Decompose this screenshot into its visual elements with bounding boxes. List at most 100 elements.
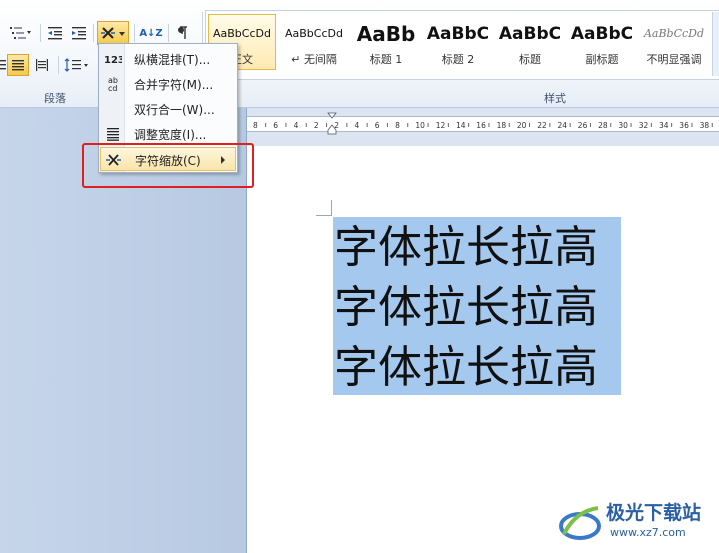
vertical-horizontal-icon: 123 bbox=[104, 50, 122, 68]
separator bbox=[40, 24, 41, 42]
ruler-tick-label: 34 bbox=[659, 121, 669, 130]
distributed-align-icon bbox=[36, 59, 48, 71]
ruler-tick-mark bbox=[346, 123, 348, 127]
ruler-tick-mark bbox=[711, 123, 713, 127]
separator bbox=[93, 24, 94, 42]
style-name: 标题 1 bbox=[369, 53, 403, 66]
style-sample: AaBbCcDd bbox=[285, 27, 343, 40]
show-hide-marks-button[interactable] bbox=[172, 22, 194, 44]
ruler-tick-mark bbox=[488, 123, 490, 127]
ruler-tick-label: 22 bbox=[537, 121, 547, 130]
ruler-tick-mark bbox=[265, 123, 267, 127]
sort-button[interactable]: A↓Z bbox=[138, 22, 164, 44]
ruler-tick-mark bbox=[407, 123, 409, 127]
ruler-tick-mark bbox=[386, 123, 388, 127]
ruler-tick-label: 28 bbox=[598, 121, 608, 130]
distributed-align-button[interactable] bbox=[31, 54, 53, 76]
svg-text:cd: cd bbox=[108, 84, 117, 93]
ruler-tick-mark bbox=[508, 123, 510, 127]
menu-item-label: 双行合一(W)... bbox=[134, 103, 215, 117]
ruler-tick-label: 16 bbox=[476, 121, 486, 130]
document-line[interactable]: 字体拉长拉高 bbox=[334, 338, 624, 398]
style-name: ↵ 无间隔 bbox=[291, 53, 337, 66]
separator bbox=[134, 24, 135, 42]
paragraph-group-label: 段落 bbox=[44, 92, 66, 105]
paragraph-mark-icon bbox=[178, 26, 187, 39]
style-title[interactable]: AaBbC 标题 bbox=[496, 14, 564, 70]
indent-marker-icon bbox=[327, 112, 337, 135]
decrease-indent-icon bbox=[48, 27, 62, 40]
ruler-tick-label: 30 bbox=[618, 121, 628, 130]
ruler-tick-label: 8 bbox=[395, 121, 400, 130]
decrease-indent-button[interactable] bbox=[44, 22, 66, 44]
ruler-tick-label: 24 bbox=[558, 121, 568, 130]
menu-item-label: 纵横混排(T)... bbox=[134, 53, 211, 67]
ruler-tick-mark bbox=[630, 123, 632, 127]
horizontal-ruler[interactable]: 8 6 4 2 2 4 6 8 10 12 14 16 18 20 22 24 26 28 30 32 34 36 38 bbox=[247, 108, 719, 146]
style-sample: AaBb bbox=[356, 22, 416, 46]
chinese-layout-button[interactable] bbox=[97, 21, 129, 45]
watermark-url: www.xz7.com bbox=[610, 526, 686, 539]
ruler-tick-mark bbox=[650, 123, 652, 127]
ruler-tick-mark bbox=[589, 123, 591, 127]
ruler-tick-mark bbox=[366, 123, 368, 127]
ruler-tick-label: 38 bbox=[700, 121, 710, 130]
two-lines-in-one-icon bbox=[104, 100, 122, 118]
document-line[interactable]: 字体拉长拉高 bbox=[334, 218, 624, 278]
menu-item-two-lines-in-one[interactable]: 双行合一(W)... bbox=[100, 97, 236, 121]
style-heading-2[interactable]: AaBbC 标题 2 bbox=[424, 14, 492, 70]
ruler-tick-mark bbox=[529, 123, 531, 127]
style-name: 副标题 bbox=[585, 53, 619, 66]
line-spacing-button[interactable] bbox=[62, 54, 92, 76]
style-heading-1[interactable]: AaBb 标题 1 bbox=[352, 14, 420, 70]
ruler-tick-label: 6 bbox=[273, 121, 278, 130]
menu-item-label: 合并字符(M)... bbox=[134, 78, 214, 92]
annotation-highlight-box bbox=[82, 143, 254, 188]
combine-characters-icon: ab cd bbox=[104, 75, 122, 93]
ruler-tick-mark bbox=[671, 123, 673, 127]
menu-item-vertical-horizontal[interactable]: 123 纵横混排(T)... bbox=[100, 47, 236, 71]
ruler-tick-mark bbox=[285, 123, 287, 127]
multilevel-list-button[interactable] bbox=[4, 22, 34, 44]
increase-indent-button[interactable] bbox=[68, 22, 90, 44]
increase-indent-icon bbox=[72, 27, 86, 40]
ruler-tick-label: 4 bbox=[294, 121, 299, 130]
ruler-tick-label: 18 bbox=[497, 121, 507, 130]
style-sample: AaBbC bbox=[426, 24, 490, 44]
multilevel-list-icon bbox=[10, 27, 31, 39]
justify-button[interactable] bbox=[0, 54, 6, 76]
style-name: 标题 bbox=[519, 53, 541, 66]
watermark-logo-icon bbox=[559, 506, 601, 540]
ruler-tick-label: 12 bbox=[436, 121, 446, 130]
align-justify-icon bbox=[12, 60, 24, 71]
align-justify-button[interactable] bbox=[7, 54, 29, 76]
gallery-scroll-button[interactable] bbox=[712, 12, 719, 76]
ruler-tick-label: 10 bbox=[415, 121, 425, 130]
style-subtle-emphasis[interactable]: AaBbCcDd 不明显强调 bbox=[640, 14, 708, 70]
menu-item-combine-characters[interactable]: ab cd 合并字符(M)... bbox=[100, 72, 236, 96]
align-partial-icon bbox=[0, 60, 6, 70]
style-name: 不明显强调 bbox=[646, 53, 702, 66]
ruler-tick-label: 8 bbox=[253, 121, 258, 130]
indent-marker[interactable] bbox=[327, 112, 337, 136]
style-subtitle[interactable]: AaBbC 副标题 bbox=[568, 14, 636, 70]
ruler-tick-label: 20 bbox=[517, 121, 527, 130]
style-no-spacing[interactable]: AaBbCcDd ↵ 无间隔 bbox=[280, 14, 348, 70]
ruler-tick-label: 2 bbox=[314, 121, 319, 130]
ruler-tick-mark bbox=[427, 123, 429, 127]
ruler-ticks: 8 6 4 2 2 4 6 8 10 12 14 16 18 20 22 24 26 28 30 32 34 36 38 bbox=[253, 121, 713, 130]
ruler-tick-mark bbox=[610, 123, 612, 127]
menu-item-label: 调整宽度(I)... bbox=[134, 128, 207, 142]
style-sample: AaBbC bbox=[498, 24, 562, 44]
separator bbox=[58, 56, 59, 74]
document-line[interactable]: 字体拉长拉高 bbox=[334, 278, 624, 338]
style-sample: AaBbCcDd bbox=[643, 27, 705, 40]
ruler-tick-label: 4 bbox=[355, 121, 360, 130]
fit-text-icon bbox=[104, 125, 122, 143]
ruler-tick-mark bbox=[468, 123, 470, 127]
ruler-tick-label: 6 bbox=[375, 121, 380, 130]
styles-group-label: 样式 bbox=[544, 92, 566, 105]
ruler-tick-label: 26 bbox=[578, 121, 588, 130]
sort-icon: A↓Z bbox=[139, 27, 163, 39]
watermark: 极光下载站 www.xz7.com bbox=[558, 496, 716, 548]
